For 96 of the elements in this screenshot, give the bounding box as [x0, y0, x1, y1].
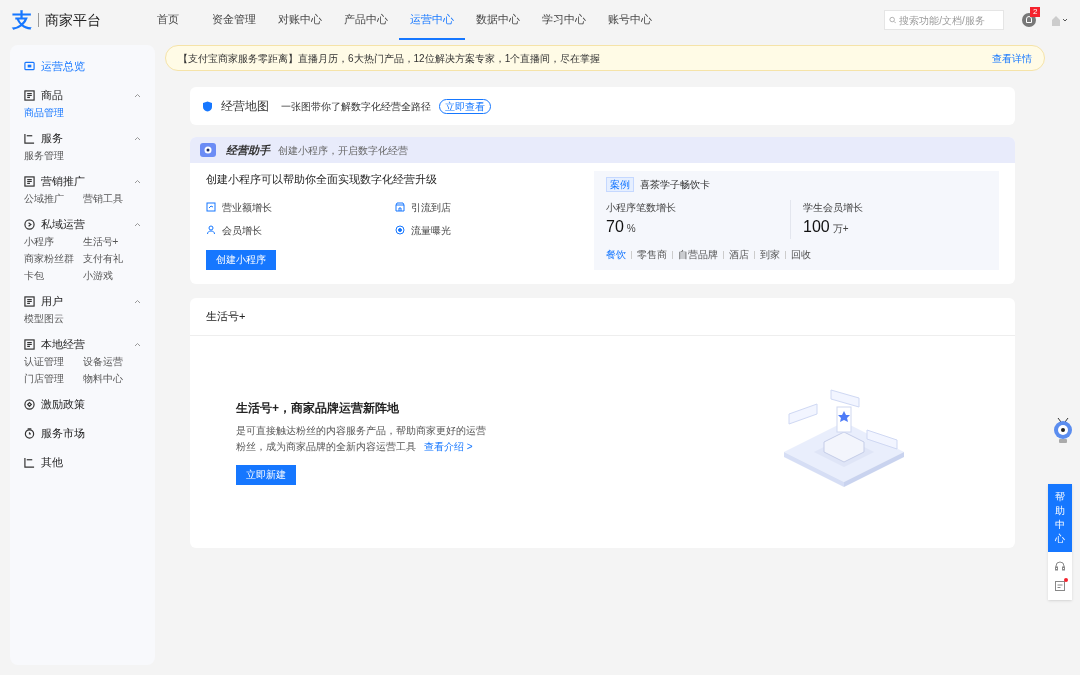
- card-title: 生活号+: [206, 308, 246, 324]
- sidebar-subitem[interactable]: 门店管理: [24, 372, 64, 386]
- map-subtitle: 一张图带你了解数字化经营全路径: [281, 99, 431, 114]
- sidebar-subitem[interactable]: 公域推广: [24, 192, 64, 206]
- robot-icon: [198, 142, 218, 158]
- list-icon: [24, 89, 35, 101]
- details-link[interactable]: 查看详情: [992, 50, 1032, 66]
- case-tag: 案例: [606, 177, 634, 192]
- sidebar-subitem[interactable]: 营销工具: [82, 192, 123, 206]
- chevron-icon[interactable]: [134, 221, 141, 227]
- stat-label: 学生会员增长: [803, 201, 863, 215]
- industry-tab[interactable]: 自营品牌: [678, 247, 718, 262]
- eye-icon: [395, 225, 405, 235]
- nav-tab[interactable]: 首页: [135, 0, 201, 40]
- stat-value: 70: [606, 217, 624, 237]
- nav-tab[interactable]: 产品中心: [333, 0, 399, 40]
- sidebar-item[interactable]: 商品: [24, 86, 63, 104]
- monitor-icon: [24, 60, 35, 72]
- life-headline: 生活号+，商家品牌运营新阵地: [236, 399, 400, 417]
- nav-tab[interactable]: 运营中心: [399, 0, 465, 40]
- sidebar-subitem[interactable]: 小游戏: [82, 269, 113, 283]
- industry-tab[interactable]: 到家: [760, 247, 780, 262]
- chevron-icon[interactable]: [134, 178, 141, 184]
- sidebar-item[interactable]: 激励政策: [24, 395, 85, 413]
- sidebar-subitem[interactable]: 商品管理: [24, 106, 64, 120]
- create-now-button[interactable]: 立即新建: [236, 464, 296, 485]
- search-icon: [889, 16, 897, 24]
- sidebar-item[interactable]: 服务: [24, 129, 63, 147]
- stat-unit: %: [626, 222, 636, 236]
- robot-mascot-icon[interactable]: [1052, 416, 1074, 444]
- sidebar-subitem[interactable]: 小程序: [24, 235, 54, 249]
- sidebar-subitem[interactable]: 卡包: [24, 269, 44, 283]
- industry-tab[interactable]: 酒店: [729, 247, 749, 262]
- map-title: 经营地图: [221, 98, 269, 115]
- benefit-label: 会员增长: [222, 223, 262, 238]
- sidebar-subitem[interactable]: 生活号+: [82, 235, 119, 249]
- help-center-button[interactable]: 帮助中心: [1048, 484, 1072, 552]
- assistant-headline: 创建小程序可以帮助你全面实现数字化经营升级: [206, 172, 438, 187]
- chevron-icon[interactable]: [134, 341, 141, 347]
- nav-tab[interactable]: 对账中心: [267, 0, 333, 40]
- nav-tab[interactable]: 账号中心: [597, 0, 663, 40]
- nav-tab[interactable]: 资金管理: [201, 0, 267, 40]
- nav-tab[interactable]: 学习中心: [531, 0, 597, 40]
- chevron-icon[interactable]: [134, 135, 141, 141]
- sidebar-item[interactable]: 本地经营: [24, 335, 85, 353]
- sidebar-item[interactable]: 服务市场: [24, 424, 85, 442]
- sidebar-item[interactable]: 运营总览: [24, 57, 85, 75]
- industry-tab[interactable]: 回收: [791, 247, 811, 262]
- list-icon: [24, 295, 35, 307]
- assistant-title: 经营助手: [226, 142, 270, 158]
- sidebar-subitem[interactable]: 支付有礼: [82, 252, 123, 266]
- sidebar-item[interactable]: 用户: [24, 292, 63, 310]
- sidebar-subitem[interactable]: 认证管理: [24, 355, 64, 369]
- intro-link[interactable]: 查看介绍 >: [424, 440, 473, 452]
- stat-unit: 万+: [832, 222, 849, 236]
- store-icon: [395, 202, 405, 212]
- chevron-icon[interactable]: [134, 92, 141, 98]
- chevron-icon[interactable]: [134, 298, 141, 304]
- sidebar-subitem[interactable]: 商家粉丝群: [24, 252, 74, 266]
- chart-icon: [206, 202, 216, 212]
- search-field[interactable]: 搜索功能/文档/服务: [884, 10, 1004, 30]
- sidebar-item[interactable]: 私域运营: [24, 215, 85, 233]
- industry-tab[interactable]: 餐饮: [606, 247, 626, 262]
- platform-title: 商家平台: [45, 10, 101, 30]
- square-icon: [24, 456, 35, 468]
- stat-value: 100: [803, 217, 830, 237]
- shield-icon: [202, 100, 213, 112]
- sidebar-item[interactable]: 营销推广: [24, 172, 85, 190]
- stat-label: 小程序笔数增长: [606, 201, 676, 215]
- industry-tab[interactable]: 零售商: [637, 247, 667, 262]
- benefit-label: 流量曝光: [411, 223, 451, 238]
- avatar-icon[interactable]: [1050, 13, 1068, 27]
- create-mini-program-button[interactable]: 创建小程序: [206, 249, 276, 270]
- square-icon: [24, 132, 35, 144]
- document-icon[interactable]: [1054, 580, 1066, 592]
- case-name: 喜茶学子畅饮卡: [640, 178, 710, 192]
- nav-tab[interactable]: 数据中心: [465, 0, 531, 40]
- sidebar-subitem[interactable]: 模型图云: [24, 312, 64, 326]
- life-description: 是可直接触达粉丝的内容服务产品，帮助商家更好的运营粉丝，成为商家品牌的全新内容运营工具 查看介绍 >: [236, 423, 486, 454]
- notification-badge: 2: [1030, 7, 1041, 17]
- benefit-label: 营业额增长: [222, 200, 272, 215]
- logo: 支: [12, 10, 32, 30]
- sidebar-item[interactable]: 其他: [24, 453, 63, 471]
- sidebar-subitem[interactable]: 物料中心: [82, 372, 123, 386]
- play-circle-icon: [24, 218, 35, 230]
- badge-icon: [24, 398, 35, 410]
- notice-text: 【支付宝商家服务零距离】直播月历，6大热门产品，12位解决方案专家，1个直播间，尽在掌握: [178, 51, 601, 66]
- clock-icon: [24, 427, 35, 439]
- benefit-label: 引流到店: [411, 200, 451, 215]
- list-icon: [24, 338, 35, 350]
- list-icon: [24, 175, 35, 187]
- headset-icon[interactable]: [1054, 560, 1066, 572]
- assistant-subtitle: 创建小程序，开启数字化经营: [278, 143, 408, 158]
- user-icon: [206, 225, 216, 235]
- sidebar-subitem[interactable]: 服务管理: [24, 149, 64, 163]
- sidebar-subitem[interactable]: 设备运营: [82, 355, 123, 369]
